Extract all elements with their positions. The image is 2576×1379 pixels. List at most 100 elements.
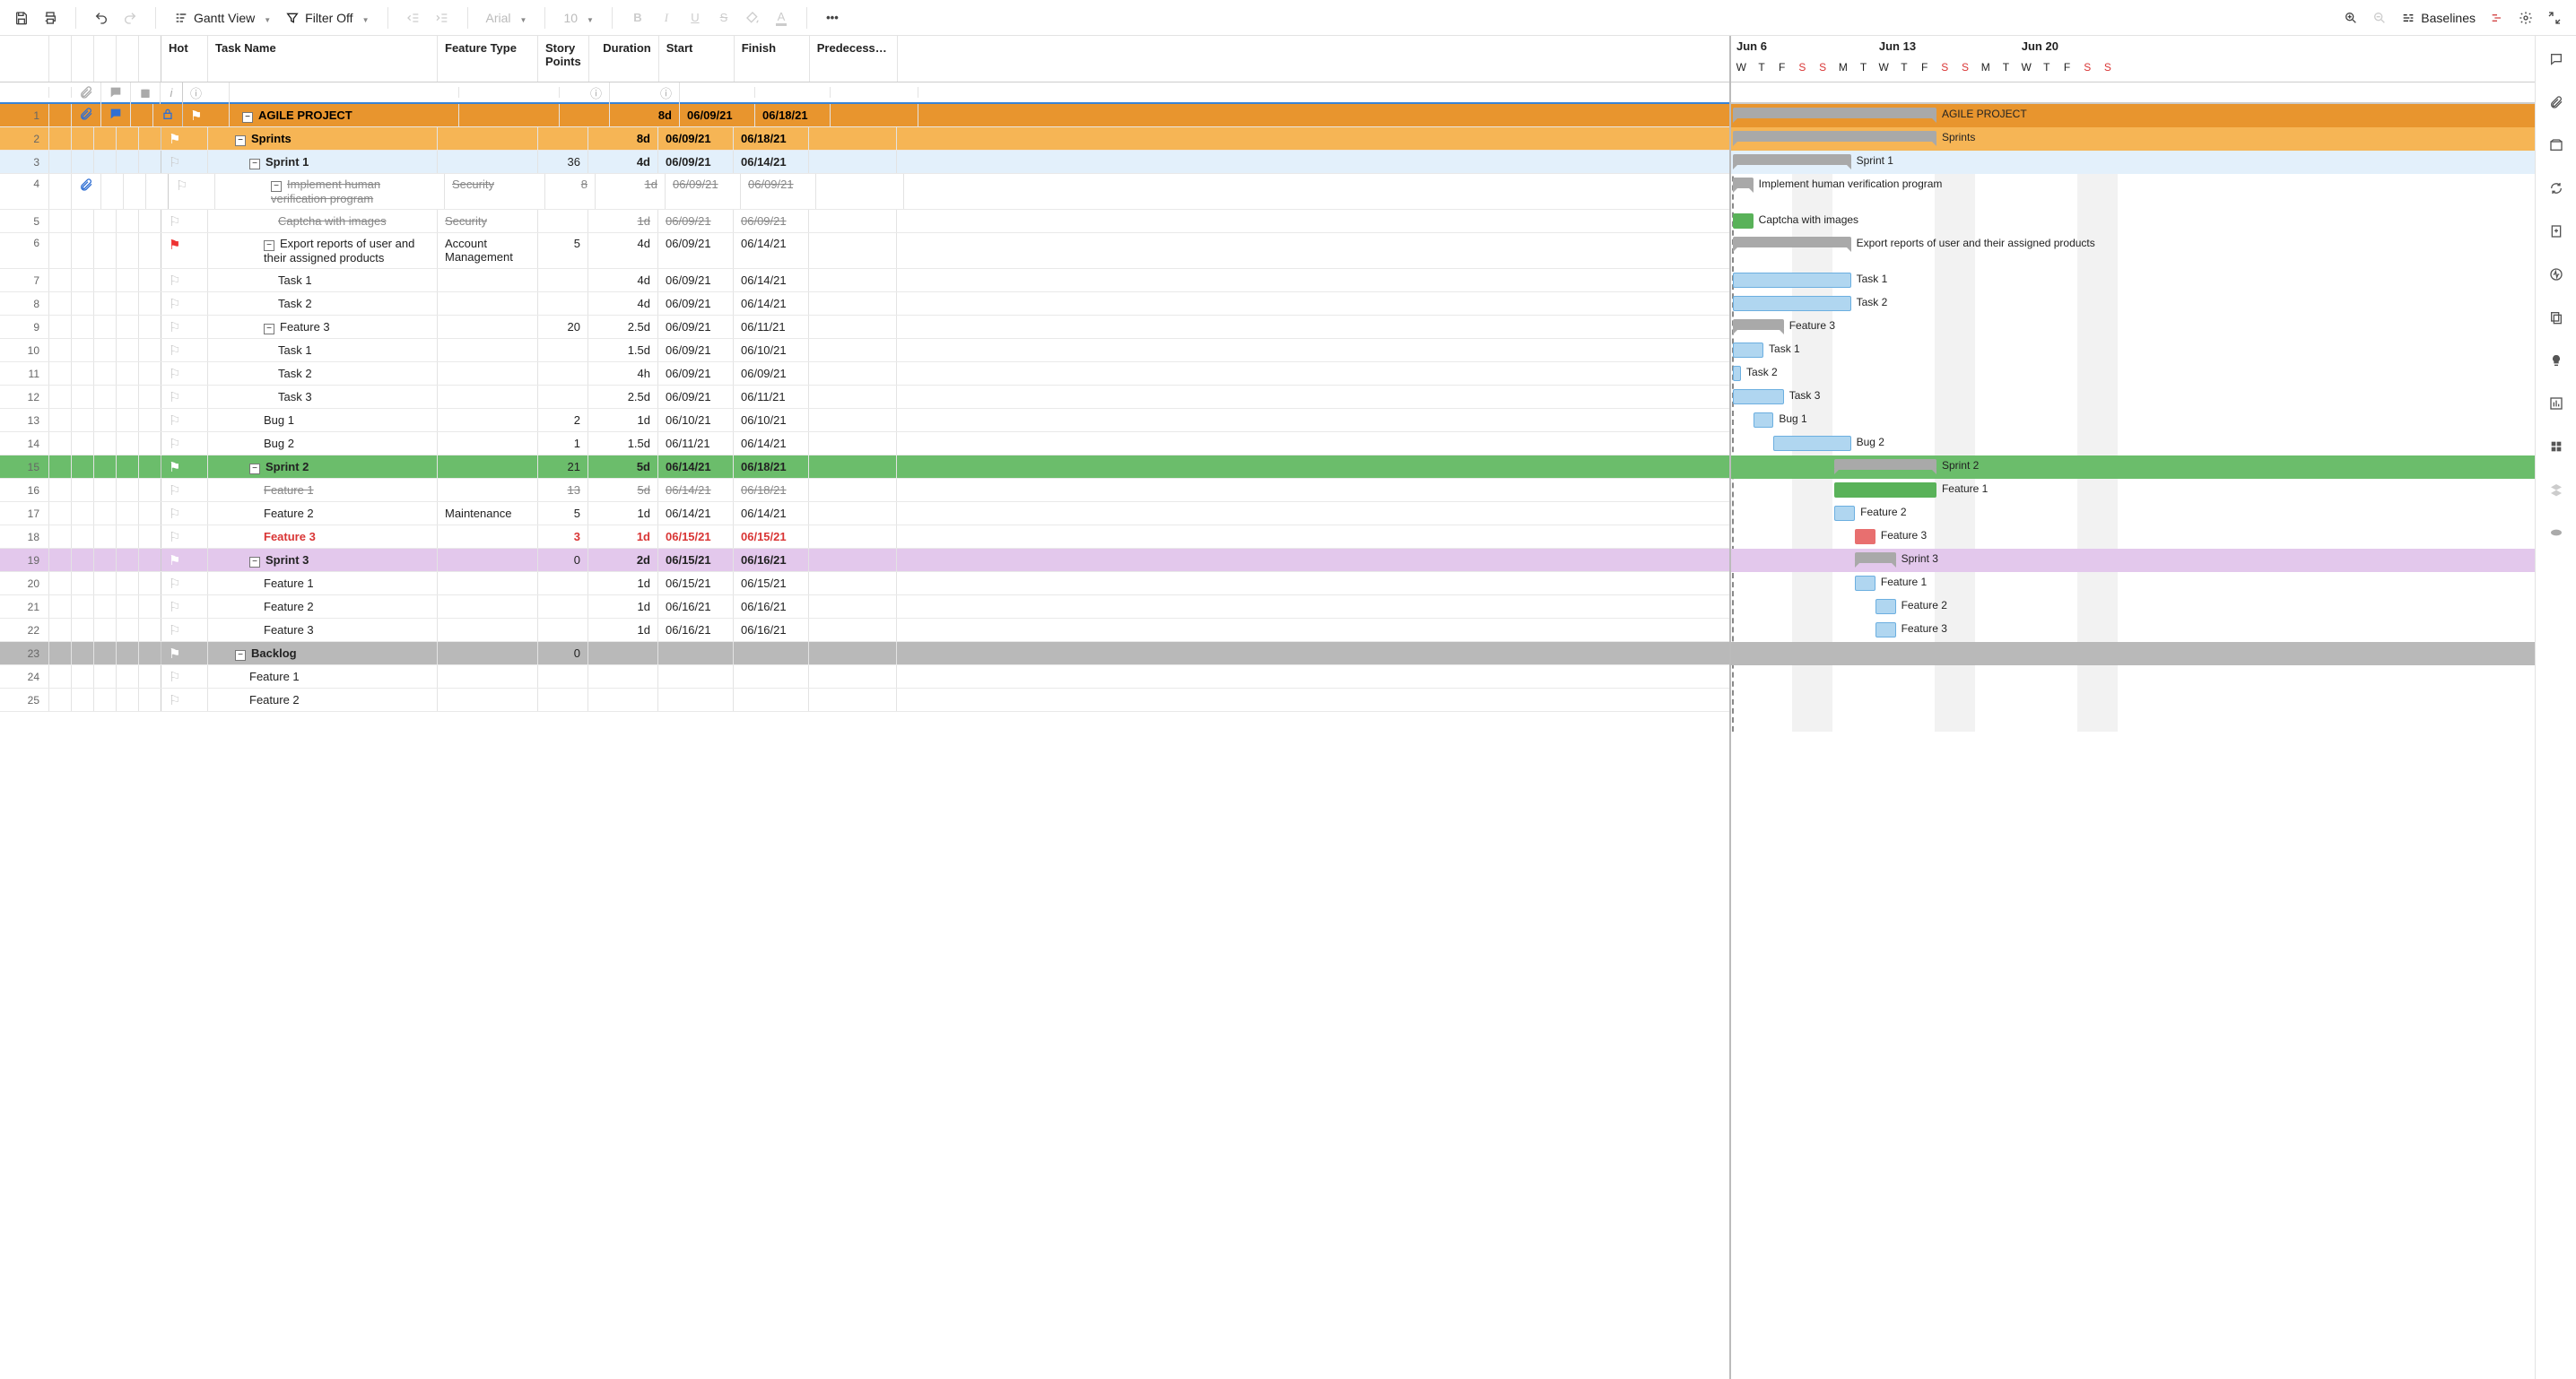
cell-predecessors[interactable] [809,479,897,501]
cell-feature-type[interactable] [438,595,538,618]
table-row[interactable]: 9⚐−Feature 3202.5d06/09/2106/11/21 [0,316,1729,339]
cell-predecessors[interactable] [809,595,897,618]
cell-predecessors[interactable] [809,665,897,688]
cell-duration[interactable]: 4d [588,151,658,173]
flag-icon[interactable]: ⚑ [169,646,180,662]
flag-icon[interactable]: ⚑ [169,131,180,147]
table-row[interactable]: 22⚐Feature 31d06/16/2106/16/21 [0,619,1729,642]
bold-button[interactable]: B [625,5,650,30]
gantt-row[interactable]: Captcha with images [1731,210,2535,233]
gantt-row[interactable] [1731,642,2535,665]
cell-predecessors[interactable] [809,502,897,525]
cell-finish[interactable]: 06/18/21 [734,479,809,501]
cell-points[interactable] [538,595,588,618]
flag-icon[interactable]: ⚐ [169,412,180,429]
cell-finish[interactable]: 06/15/21 [734,525,809,548]
cell-start[interactable]: 06/15/21 [658,572,734,594]
cell-task-name[interactable]: Task 3 [208,386,438,408]
col-hot[interactable]: Hot [161,36,208,82]
fill-color-button[interactable] [740,5,765,30]
cell-feature-type[interactable] [438,642,538,664]
collapse-toggle[interactable]: − [249,464,260,474]
flag-icon[interactable]: ⚐ [169,296,180,312]
flag-icon[interactable]: ⚑ [190,108,202,124]
cell-feature-type[interactable] [438,339,538,361]
flag-icon[interactable]: ⚑ [169,552,180,568]
cell-start[interactable]: 06/09/21 [658,210,734,232]
baselines-button[interactable]: Baselines [2396,5,2481,30]
cell-predecessors[interactable] [809,619,897,641]
cell-finish[interactable]: 06/09/21 [734,210,809,232]
gantt-bar[interactable] [1855,552,1895,563]
table-row[interactable]: 12⚐Task 32.5d06/09/2106/11/21 [0,386,1729,409]
gantt-row[interactable] [1731,665,2535,689]
gantt-row[interactable]: Bug 1 [1731,409,2535,432]
cell-duration[interactable] [588,665,658,688]
cell-start[interactable]: 06/14/21 [658,479,734,501]
cell-predecessors[interactable] [809,269,897,291]
cell-feature-type[interactable] [438,386,538,408]
apps-icon[interactable] [2546,436,2567,457]
cell-task-name[interactable]: Task 2 [208,292,438,315]
flag-icon[interactable]: ⚐ [169,154,180,170]
flag-icon[interactable]: ⚑ [169,237,180,253]
gantt-row[interactable]: Feature 2 [1731,595,2535,619]
redo-button[interactable] [117,5,143,30]
flag-icon[interactable]: ⚐ [169,692,180,708]
publish-icon[interactable] [2546,221,2567,242]
cell-task-name[interactable]: −Implement human verification program [215,174,445,209]
col-type[interactable]: Feature Type [438,36,538,82]
gantt-row[interactable]: Feature 1 [1731,572,2535,595]
gantt-bar[interactable] [1733,213,1754,229]
gantt-row[interactable]: Task 1 [1731,339,2535,362]
cell-task-name[interactable]: −Feature 3 [208,316,438,338]
cell-start[interactable]: 06/09/21 [658,233,734,268]
gantt-chart[interactable]: Jun 6Jun 13Jun 20WTFSSMTWTFSSMTWTFSS × A… [1731,36,2535,1379]
font-size-selector[interactable]: 10 [558,5,599,30]
activity-icon[interactable] [2546,264,2567,285]
cell-feature-type[interactable] [438,127,538,150]
italic-button[interactable]: I [654,5,679,30]
cell-start[interactable]: 06/09/21 [666,174,741,209]
cell-finish[interactable]: 06/18/21 [734,455,809,478]
table-row[interactable]: 10⚐Task 11.5d06/09/2106/10/21 [0,339,1729,362]
cell-points[interactable]: 0 [538,642,588,664]
cell-task-name[interactable]: −Export reports of user and their assign… [208,233,438,268]
gantt-bar[interactable] [1733,319,1784,330]
flag-icon[interactable]: ⚐ [169,436,180,452]
cell-feature-type[interactable] [459,104,560,126]
collapse-toggle[interactable]: − [264,324,274,334]
cell-duration[interactable]: 8d [588,127,658,150]
col-finish[interactable]: Finish [735,36,810,82]
cell-finish[interactable]: 06/14/21 [734,502,809,525]
cell-feature-type[interactable] [438,549,538,571]
cell-points[interactable] [538,619,588,641]
flag-icon[interactable]: ⚐ [169,213,180,230]
cell-predecessors[interactable] [809,233,897,268]
flag-icon[interactable]: ⚐ [169,273,180,289]
gantt-bar[interactable] [1875,599,1896,614]
text-color-button[interactable]: A [769,5,794,30]
undo-button[interactable] [89,5,114,30]
cell-start[interactable]: 06/09/21 [680,104,755,126]
cell-duration[interactable]: 1d [588,595,658,618]
cell-points[interactable]: 1 [538,432,588,455]
cell-points[interactable]: 2 [538,409,588,431]
cell-finish[interactable] [734,665,809,688]
zoom-out-button[interactable] [2367,5,2392,30]
flag-icon[interactable]: ⚑ [169,459,180,475]
cell-predecessors[interactable] [809,362,897,385]
cell-task-name[interactable]: Feature 1 [208,479,438,501]
cell-task-name[interactable]: Task 1 [208,269,438,291]
more-button[interactable]: ••• [820,5,845,30]
proofs-icon[interactable] [2546,134,2567,156]
cell-predecessors[interactable] [809,386,897,408]
cell-start[interactable]: 06/10/21 [658,409,734,431]
cell-predecessors[interactable] [809,210,897,232]
gantt-bar[interactable] [1773,436,1850,451]
table-row[interactable]: 8⚐Task 24d06/09/2106/14/21 [0,292,1729,316]
save-button[interactable] [9,5,34,30]
cell-feature-type[interactable] [438,151,538,173]
cell-task-name[interactable]: −AGILE PROJECT [230,104,459,126]
gantt-bar[interactable] [1834,459,1936,470]
